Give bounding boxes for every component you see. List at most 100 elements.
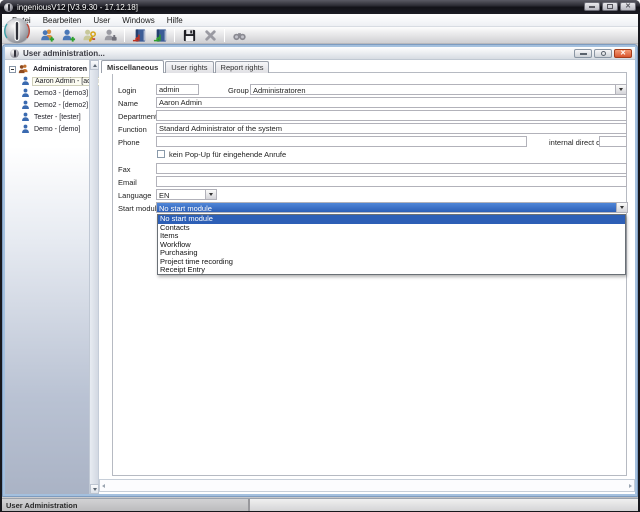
tree-item-demo[interactable]: Demo - [demo] [9,123,98,135]
user-group-icon [18,64,28,74]
detail-tabs: Miscellaneous User rights Report rights [101,60,270,73]
child-close-button[interactable]: ✕ [614,49,632,58]
deactivate-user-button[interactable] [100,27,120,43]
miscellaneous-tab-page: Login Group Administratoren Name [112,72,628,476]
toolbar [2,18,638,44]
tree-scrollbar[interactable] [89,60,99,494]
import-rights-button[interactable] [129,27,149,43]
tree-item-demo3[interactable]: Demo3 - [demo3] [9,87,98,99]
dropdown-arrow-icon[interactable] [205,190,216,199]
window-title: ingeniousV12 [V3.9.30 - 17.12.18] [17,2,138,12]
user-permissions-button[interactable] [79,27,99,43]
application-window: ingeniousV12 [V3.9.30 - 17.12.18] ✕ Date… [0,0,640,512]
statusbar: User Administration [2,498,638,511]
fax-input[interactable] [156,163,627,174]
delete-button[interactable] [200,27,220,43]
form-horizontal-scrollbar[interactable] [99,479,635,492]
phone-label: Phone [118,138,140,147]
menu-windows[interactable]: Windows [116,16,160,25]
function-label: Function [118,125,147,134]
tree-item-demo2[interactable]: Demo2 - [demo2] [9,99,98,111]
user-tree: Administratoren Aaron Admin - [admin] De… [5,60,108,135]
no-popup-checkbox[interactable] [157,150,165,158]
option-receipt-entry[interactable]: Receipt Entry [158,265,625,275]
toolbar-separator [124,28,125,42]
window-titlebar: ingeniousV12 [V3.9.30 - 17.12.18] ✕ [0,0,640,14]
user-icon [22,124,29,134]
scroll-left-icon[interactable] [102,483,105,488]
start-module-select[interactable]: No start module [156,202,628,213]
language-label: Language [118,191,152,200]
add-user-icon [62,29,75,42]
phone-input[interactable] [156,136,527,147]
login-label: Login [118,86,137,95]
app-icon [4,2,13,12]
option-contacts[interactable]: Contacts [158,223,625,233]
child-restore-button[interactable] [594,49,612,58]
close-button[interactable]: ✕ [620,2,636,11]
status-text: User Administration [6,500,78,510]
fax-label: Fax [118,165,131,174]
tab-miscellaneous[interactable]: Miscellaneous [101,60,165,73]
child-window-title: User administration... [23,48,105,58]
user-icon [22,76,29,86]
minimize-button[interactable] [584,2,600,11]
option-no-start-module[interactable]: No start module [158,214,625,224]
ingenious-logo-icon [3,17,31,45]
email-label: Email [118,178,137,187]
tab-report-rights[interactable]: Report rights [214,61,270,73]
scroll-down-icon[interactable] [90,484,99,494]
option-items[interactable]: Items [158,231,625,241]
child-minimize-button[interactable] [574,49,592,58]
option-project-time-recording[interactable]: Project time recording [158,257,625,267]
department-label: Department [118,112,158,121]
add-user-button[interactable] [58,27,78,43]
tree-item-aaron-admin[interactable]: Aaron Admin - [admin] [9,75,108,87]
function-input[interactable] [156,123,627,134]
dropdown-arrow-icon[interactable] [616,203,627,212]
department-input[interactable] [156,110,627,121]
tree-item-tester[interactable]: Tester - [tester] [9,111,98,123]
name-input[interactable] [156,97,627,108]
toolbar-separator [224,28,225,42]
no-popup-label: kein Pop-Up für eingehende Anrufe [169,150,287,159]
menu-user[interactable]: User [87,16,116,25]
language-select[interactable]: EN [156,189,217,200]
binoculars-icon [232,32,246,40]
user-detail-panel: Miscellaneous User rights Report rights … [99,60,635,494]
mdi-area: User administration... ✕ Administratoren… [2,44,638,498]
scroll-right-icon[interactable] [629,483,632,488]
add-user-group-button[interactable] [37,27,57,43]
maximize-button[interactable] [602,2,618,11]
tab-user-rights[interactable]: User rights [165,61,214,73]
menubar: Datei Bearbeiten User Windows Hilfe [2,14,638,27]
group-label: Group [228,86,249,95]
delete-x-icon [204,29,216,41]
menu-bearbeiten[interactable]: Bearbeiten [37,16,88,25]
status-cell: User Administration [2,499,250,511]
login-input[interactable] [156,84,199,95]
save-icon [183,29,195,41]
save-button[interactable] [179,27,199,43]
user-disabled-icon [104,29,117,41]
group-select[interactable]: Administratoren [250,84,627,95]
book-export-icon [153,28,166,42]
child-window-titlebar[interactable]: User administration... ✕ [5,47,635,60]
add-user-group-icon [40,29,54,42]
user-icon [22,100,29,110]
dropdown-arrow-icon[interactable] [615,85,626,94]
collapse-icon[interactable] [9,65,16,73]
scroll-up-icon[interactable] [90,60,99,70]
book-import-icon [132,28,145,42]
search-button[interactable] [229,27,249,43]
toolbar-separator [174,28,175,42]
email-input[interactable] [156,176,627,187]
user-icon [22,112,29,122]
menu-hilfe[interactable]: Hilfe [161,16,189,25]
internal-dial-input[interactable] [599,136,627,147]
tree-group-administratoren[interactable]: Administratoren [9,63,98,75]
start-module-label: Start module [118,204,161,213]
option-workflow[interactable]: Workflow [158,240,625,250]
export-rights-button[interactable] [150,27,170,43]
user-icon [22,88,29,98]
